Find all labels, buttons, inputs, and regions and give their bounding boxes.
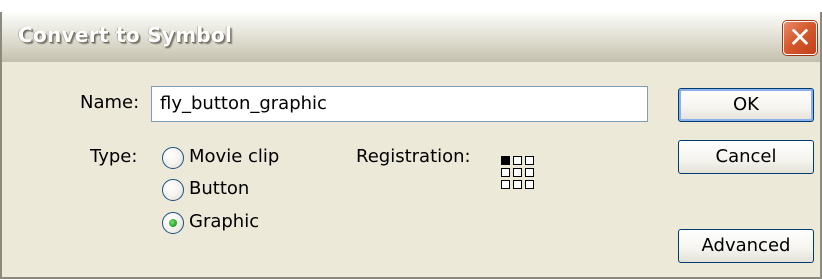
registration-point-grid[interactable] [501,156,534,189]
dialog-title: Convert to Symbol [18,23,233,47]
registration-cell-top-right[interactable] [525,156,534,165]
registration-cell-bottom-center[interactable] [513,180,522,189]
convert-to-symbol-dialog: Convert to Symbol ✕ Name: fly_button_gra… [0,12,822,279]
advanced-button[interactable]: Advanced [678,229,814,263]
close-icon: ✕ [788,21,812,54]
registration-cell-bottom-left[interactable] [501,180,510,189]
radio-label-button: Button [189,178,250,199]
radio-label-movie-clip: Movie clip [189,146,280,167]
type-label: Type: [90,146,138,167]
close-button[interactable]: ✕ [783,21,817,55]
registration-cell-middle-right[interactable] [525,168,534,177]
title-bar: Convert to Symbol ✕ [2,12,820,62]
name-label: Name: [80,92,140,113]
radio-label-graphic: Graphic [189,211,260,232]
radio-button[interactable] [162,179,184,201]
registration-cell-bottom-right[interactable] [525,180,534,189]
name-input[interactable]: fly_button_graphic [151,86,648,122]
radio-selected-dot [169,219,177,227]
registration-label: Registration: [356,146,471,167]
registration-cell-top-left[interactable] [501,156,510,165]
ok-button[interactable]: OK [678,88,814,122]
radio-movie-clip[interactable] [162,147,184,169]
registration-cell-middle-left[interactable] [501,168,510,177]
registration-cell-top-center[interactable] [513,156,522,165]
registration-cell-center[interactable] [513,168,522,177]
radio-graphic[interactable] [162,212,184,234]
cancel-button[interactable]: Cancel [678,140,814,174]
